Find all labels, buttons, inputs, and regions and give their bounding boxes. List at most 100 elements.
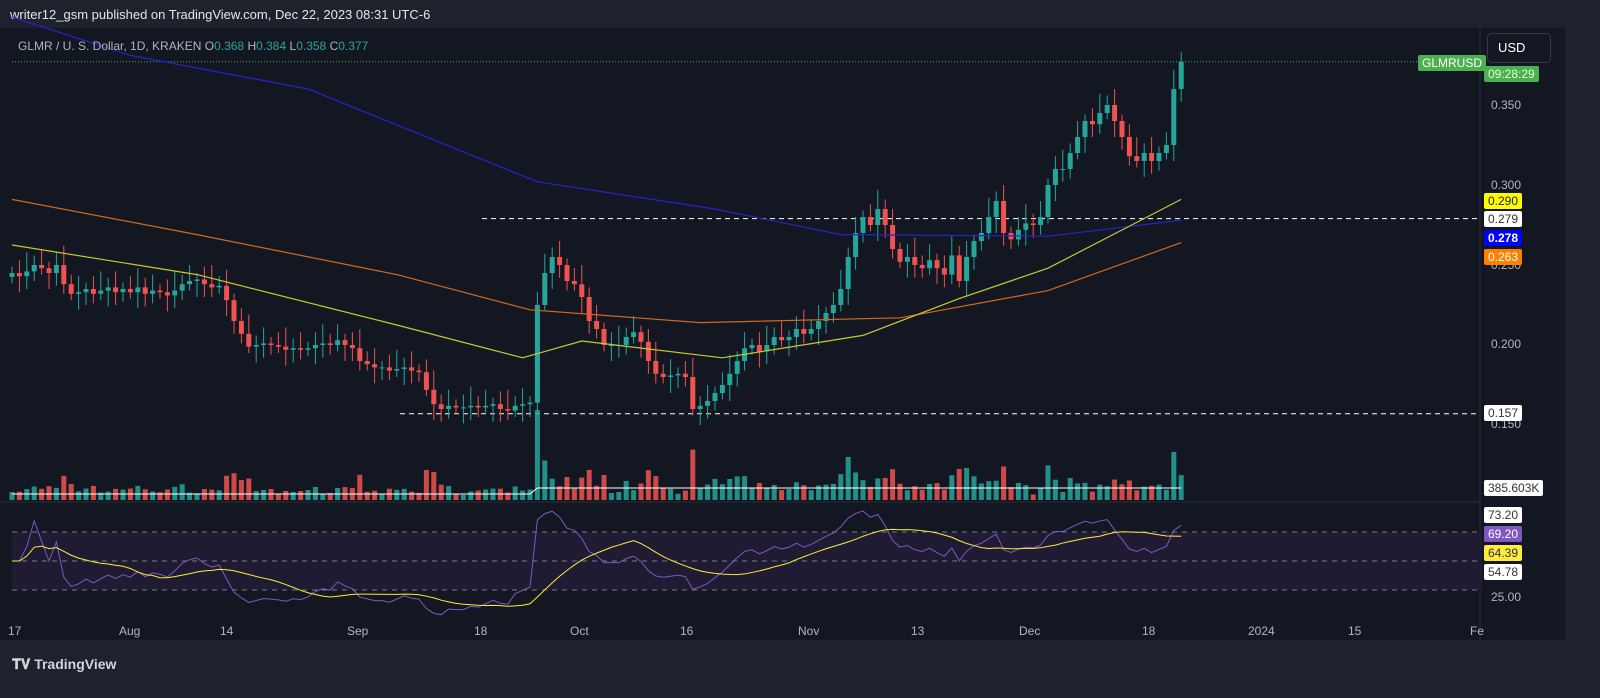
candle-body	[660, 373, 666, 377]
upper-level-label: 0.279	[1484, 211, 1523, 227]
candle-body	[712, 393, 718, 401]
volume-bar	[238, 480, 244, 500]
candle-body	[808, 329, 814, 334]
candle-body	[1045, 185, 1051, 217]
volume-bar	[631, 490, 637, 500]
candle-body	[105, 287, 111, 291]
volume-bar	[542, 460, 548, 500]
volume-bar	[1001, 466, 1007, 500]
candle-body	[549, 257, 555, 273]
candle-body	[860, 217, 866, 233]
volume-bar	[823, 484, 829, 500]
price-tick: 0.350	[1491, 98, 1522, 112]
volume-bar	[261, 490, 267, 500]
ma100-label: 0.263	[1484, 249, 1523, 265]
volume-bar	[46, 486, 52, 500]
tradingview-logo[interactable]: 𝐓𝐕 TradingView	[12, 656, 116, 673]
volume-bar	[1067, 478, 1073, 500]
volume-bar	[1119, 484, 1125, 500]
volume-bar	[608, 493, 614, 500]
candle-body	[904, 257, 910, 262]
candle-body	[749, 345, 755, 349]
candle-body	[727, 373, 733, 385]
candle-body	[875, 209, 881, 225]
volume-bar	[164, 489, 170, 500]
candle-body	[1126, 137, 1132, 157]
volume-bar	[157, 492, 163, 500]
candle-body	[187, 281, 193, 285]
candle-body	[830, 305, 836, 313]
volume-bar	[838, 474, 844, 500]
candle-body	[542, 273, 548, 305]
candle-body	[113, 287, 119, 293]
volume-bar	[364, 491, 370, 500]
tv-logo-icon: 𝐓𝐕	[12, 656, 35, 672]
candle-body	[320, 343, 326, 345]
volume-bar	[690, 449, 696, 500]
volume-bar	[801, 485, 807, 500]
candle-body	[431, 389, 437, 405]
candle-body	[394, 369, 400, 371]
volume-bar	[394, 489, 400, 500]
rsi-tick: 25.00	[1491, 590, 1522, 604]
candle-body	[579, 284, 585, 297]
volume-bar	[475, 490, 481, 500]
candle-body	[779, 337, 785, 341]
ma200-label: 0.278	[1484, 230, 1523, 246]
candle-body	[867, 217, 873, 225]
time-tick: 2024	[1248, 624, 1275, 638]
chart-canvas[interactable]	[0, 0, 1600, 698]
candle-body	[1149, 153, 1155, 161]
candle-body	[719, 385, 725, 393]
candle-body	[150, 290, 156, 294]
candle-body	[423, 372, 429, 390]
volume-bar	[941, 489, 947, 500]
time-tick: Oct	[570, 624, 589, 638]
candle-body	[1082, 121, 1088, 137]
candle-body	[224, 285, 230, 301]
volume-bar	[1008, 487, 1014, 500]
volume-bar	[172, 486, 178, 500]
volume-bar	[9, 491, 15, 500]
symbol-title[interactable]: GLMR / U. S. Dollar, 1D, KRAKEN	[18, 39, 201, 53]
candle-body	[631, 332, 637, 337]
volume-bar	[712, 478, 718, 500]
candle-body	[209, 284, 215, 288]
rsi-ma-label: 64.39	[1484, 545, 1523, 561]
candle-body	[1141, 153, 1147, 161]
volume-bar	[919, 489, 925, 500]
volume-bar	[423, 469, 429, 500]
time-tick: Aug	[119, 624, 141, 638]
candle-body	[438, 404, 444, 409]
candle-body	[483, 405, 489, 408]
candle-body	[1023, 223, 1029, 230]
candle-body	[24, 271, 30, 277]
volume-bar	[120, 489, 126, 500]
candle-body	[853, 233, 859, 257]
candle-body	[638, 332, 644, 342]
candle-body	[386, 367, 392, 371]
currency-button[interactable]: USD	[1487, 33, 1551, 63]
candle-body	[76, 292, 82, 294]
candle-body	[623, 337, 629, 345]
volume-bar	[527, 489, 533, 500]
volume-bar	[357, 474, 363, 500]
volume-bar	[1052, 479, 1058, 500]
time-tick: 17	[8, 624, 22, 638]
candle-body	[46, 268, 52, 273]
close-label: C	[329, 39, 339, 53]
volume-bar	[142, 489, 148, 500]
time-tick: 18	[1142, 624, 1156, 638]
time-tick: 14	[220, 624, 234, 638]
time-tick: 13	[911, 624, 925, 638]
candle-body	[39, 265, 45, 269]
volume-bar	[668, 488, 674, 500]
candle-body	[986, 217, 992, 233]
volume-bar	[31, 486, 37, 500]
candle-body	[216, 285, 222, 288]
volume-bar	[68, 483, 74, 500]
candle-body	[941, 268, 947, 275]
candle-body	[793, 329, 799, 337]
candle-body	[1015, 229, 1021, 240]
volume-bar	[409, 491, 415, 500]
